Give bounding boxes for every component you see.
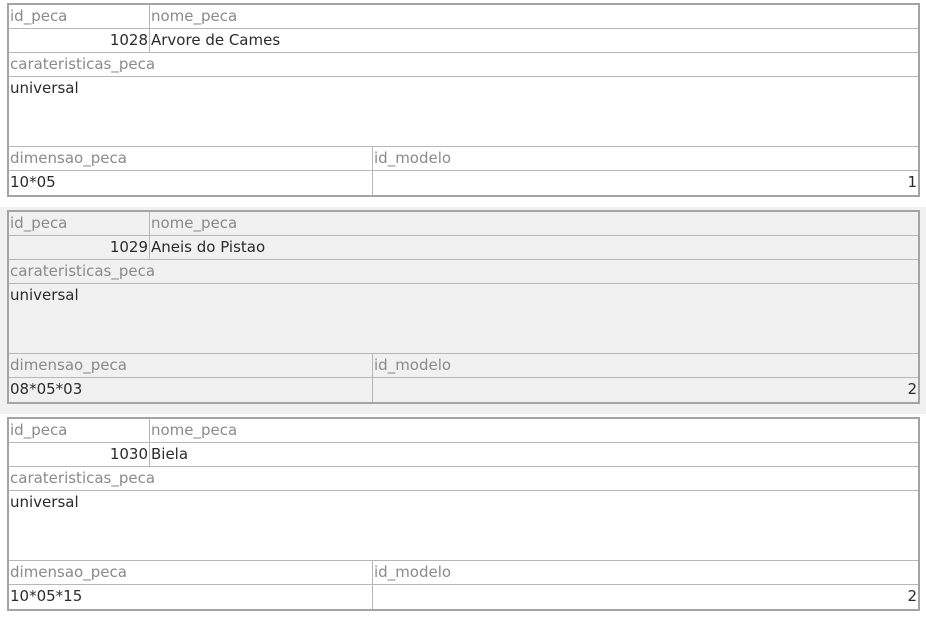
carateristicas-peca-label: carateristicas_peca bbox=[9, 467, 918, 491]
carateristicas-peca-field[interactable]: universal bbox=[9, 284, 918, 354]
dimensao-peca-field[interactable]: 08*05*03 bbox=[9, 378, 373, 402]
id-modelo-label: id_modelo bbox=[373, 147, 918, 171]
record-card: id_peca nome_peca 1029 Aneis do Pistao c… bbox=[7, 210, 920, 404]
nome-peca-label: nome_peca bbox=[150, 212, 918, 236]
id-modelo-field[interactable]: 2 bbox=[373, 378, 918, 402]
nome-peca-field[interactable]: Aneis do Pistao bbox=[150, 236, 918, 260]
id-peca-label: id_peca bbox=[9, 5, 150, 29]
carateristicas-peca-field[interactable]: universal bbox=[9, 77, 918, 147]
record-1028: id_peca nome_peca 1028 Arvore de Cames c… bbox=[0, 0, 926, 207]
dimensao-peca-label: dimensao_peca bbox=[9, 561, 373, 585]
id-peca-field[interactable]: 1028 bbox=[9, 29, 150, 53]
record-1029: id_peca nome_peca 1029 Aneis do Pistao c… bbox=[0, 207, 926, 414]
dimensao-peca-label: dimensao_peca bbox=[9, 354, 373, 378]
id-modelo-field[interactable]: 2 bbox=[373, 585, 918, 609]
id-peca-field[interactable]: 1030 bbox=[9, 443, 150, 467]
nome-peca-label: nome_peca bbox=[150, 419, 918, 443]
dimensao-peca-label: dimensao_peca bbox=[9, 147, 373, 171]
carateristicas-peca-field[interactable]: universal bbox=[9, 491, 918, 561]
carateristicas-peca-label: carateristicas_peca bbox=[9, 53, 918, 77]
nome-peca-label: nome_peca bbox=[150, 5, 918, 29]
id-modelo-field[interactable]: 1 bbox=[373, 171, 918, 195]
record-card: id_peca nome_peca 1030 Biela carateristi… bbox=[7, 417, 920, 611]
record-card: id_peca nome_peca 1028 Arvore de Cames c… bbox=[7, 3, 920, 197]
id-peca-field[interactable]: 1029 bbox=[9, 236, 150, 260]
id-modelo-label: id_modelo bbox=[373, 561, 918, 585]
nome-peca-field[interactable]: Biela bbox=[150, 443, 918, 467]
nome-peca-field[interactable]: Arvore de Cames bbox=[150, 29, 918, 53]
dimensao-peca-field[interactable]: 10*05*15 bbox=[9, 585, 373, 609]
id-peca-label: id_peca bbox=[9, 419, 150, 443]
carateristicas-peca-label: carateristicas_peca bbox=[9, 260, 918, 284]
id-modelo-label: id_modelo bbox=[373, 354, 918, 378]
id-peca-label: id_peca bbox=[9, 212, 150, 236]
record-1030: id_peca nome_peca 1030 Biela carateristi… bbox=[0, 414, 926, 621]
dimensao-peca-field[interactable]: 10*05 bbox=[9, 171, 373, 195]
